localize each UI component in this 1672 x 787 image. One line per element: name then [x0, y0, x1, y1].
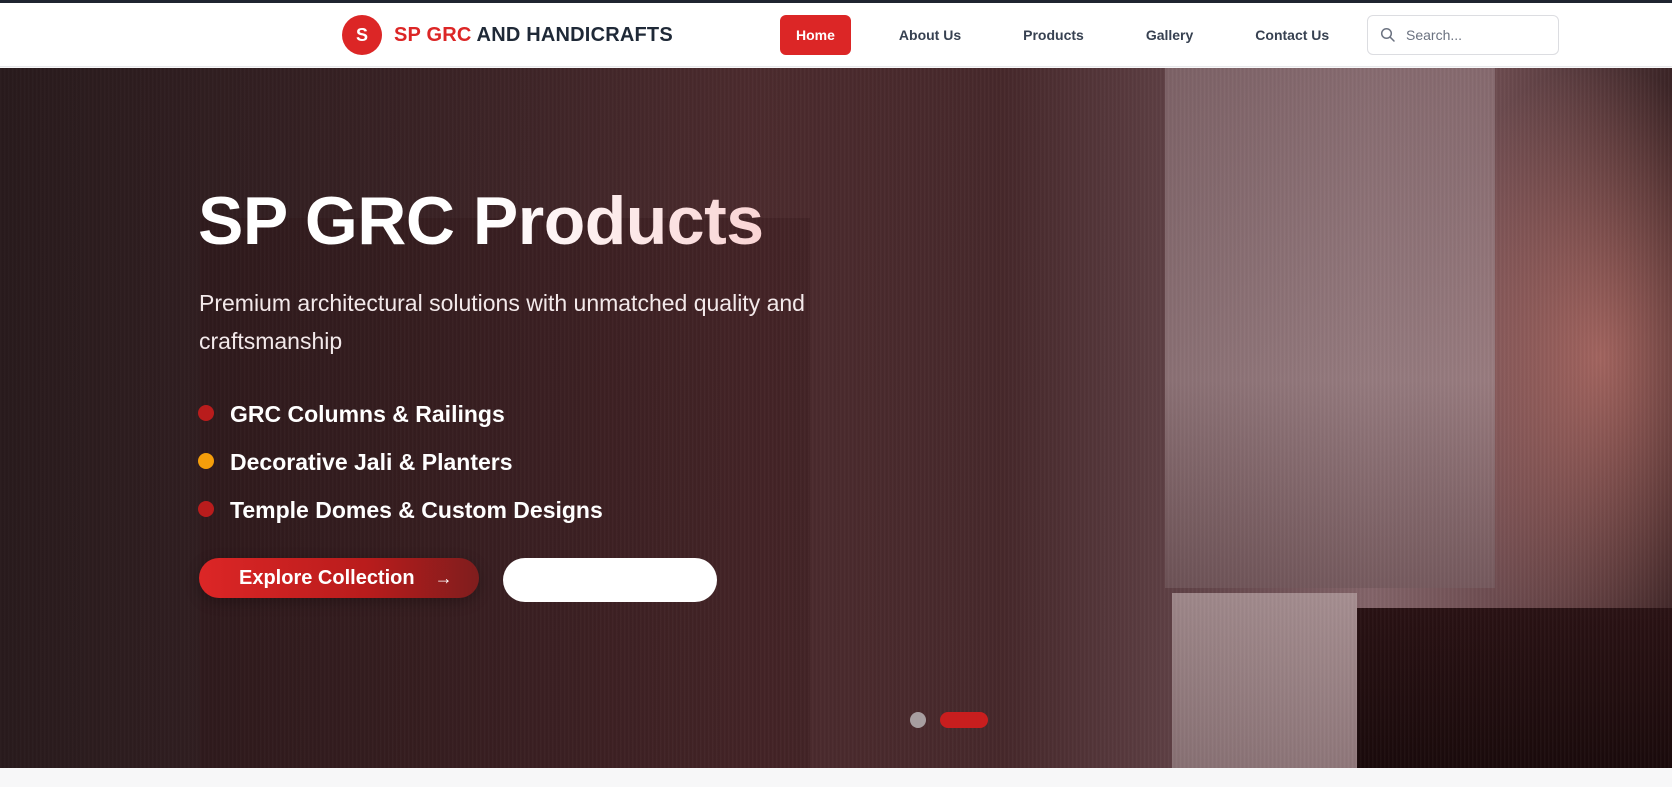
main-nav: Home About Us Products Gallery Contact U…: [780, 15, 1375, 55]
feature-list: GRC Columns & Railings Decorative Jali &…: [198, 390, 603, 534]
explore-collection-button[interactable]: Explore Collection →: [199, 558, 479, 598]
bullet-dot-icon: [198, 453, 214, 469]
hero-subtitle: Premium architectural solutions with unm…: [199, 290, 805, 354]
feature-label: Temple Domes & Custom Designs: [230, 496, 603, 523]
bullet-dot-icon: [198, 501, 214, 517]
feature-item: GRC Columns & Railings: [198, 390, 603, 438]
feature-label: GRC Columns & Railings: [230, 400, 505, 427]
nav-home[interactable]: Home: [780, 15, 851, 55]
search-icon: [1380, 27, 1395, 42]
nav-products[interactable]: Products: [1007, 15, 1100, 55]
search-input[interactable]: [1406, 27, 1546, 43]
site-header: S SP GRC AND HANDICRAFTS Home About Us P…: [0, 3, 1672, 67]
hero-banner: SP GRC Products Premium architectural so…: [0, 68, 1672, 768]
slide-dot[interactable]: [910, 712, 926, 728]
arrow-right-icon: →: [434, 567, 453, 588]
feature-label: Decorative Jali & Planters: [230, 448, 513, 475]
nav-contact-us[interactable]: Contact Us: [1239, 15, 1345, 55]
feature-item: Temple Domes & Custom Designs: [198, 486, 603, 534]
slide-indicators: [910, 712, 988, 728]
nav-about-us[interactable]: About Us: [883, 15, 977, 55]
brand-name: SP GRC AND HANDICRAFTS: [394, 24, 673, 47]
hero-title: SP GRC Products: [198, 183, 764, 259]
brand-name-rest: AND HANDICRAFTS: [476, 23, 673, 46]
brand-name-highlight: SP GRC: [394, 23, 472, 46]
nav-gallery[interactable]: Gallery: [1130, 15, 1209, 55]
feature-item: Decorative Jali & Planters: [198, 438, 603, 486]
explore-collection-label: Explore Collection: [239, 566, 415, 589]
brand-logo[interactable]: S SP GRC AND HANDICRAFTS: [342, 15, 673, 55]
logo-badge: S: [342, 15, 382, 55]
search-box[interactable]: [1367, 15, 1559, 55]
secondary-cta-button[interactable]: [503, 558, 717, 602]
slide-dot-active[interactable]: [940, 712, 988, 728]
bullet-dot-icon: [198, 405, 214, 421]
